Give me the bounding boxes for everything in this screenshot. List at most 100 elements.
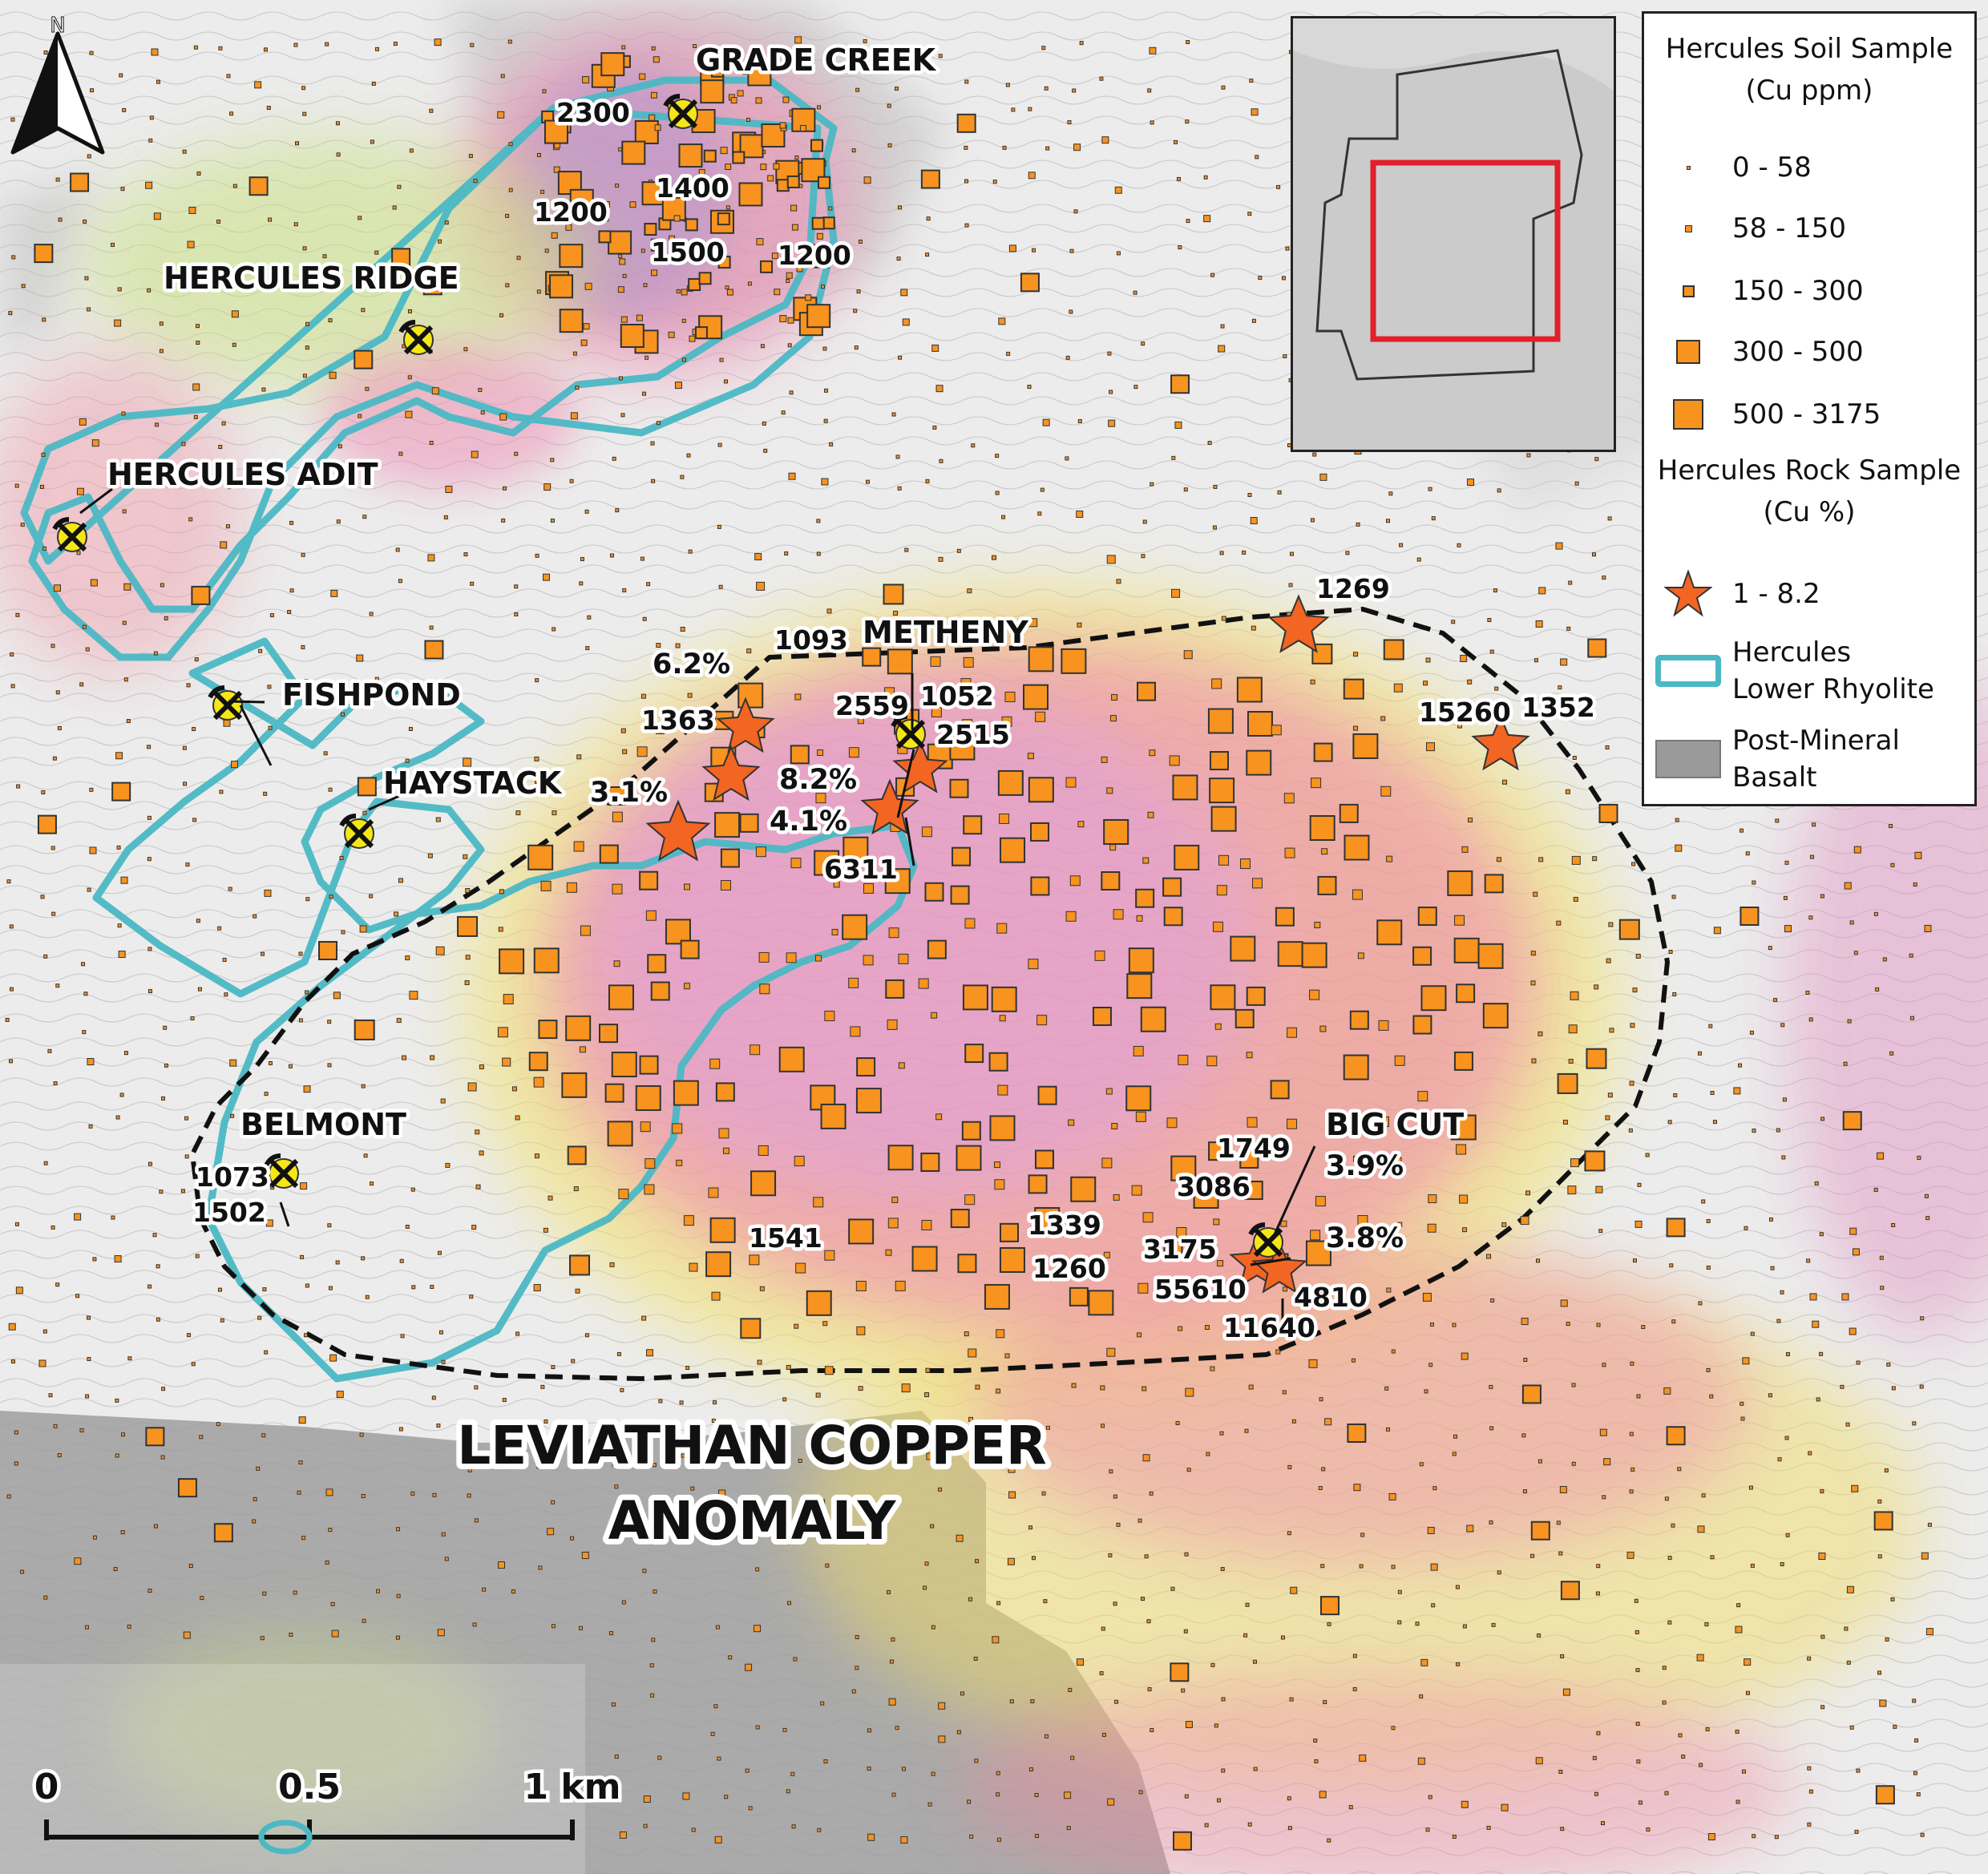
soil-sample-point — [1001, 515, 1006, 519]
soil-sample-point — [1562, 1119, 1568, 1125]
soil-sample-point — [1671, 895, 1676, 899]
soil-sample-point — [1111, 1122, 1118, 1129]
soil-label: 1093 — [774, 624, 848, 656]
soil-sample-point — [1065, 911, 1077, 922]
soil-sample-point — [501, 518, 506, 523]
soil-sample-point — [499, 889, 504, 895]
soil-sample-point — [1631, 862, 1636, 866]
soil-sample-point — [303, 1085, 311, 1093]
soil-sample-point — [794, 1156, 805, 1167]
soil-sample-point — [42, 317, 46, 322]
soil-sample-point — [1706, 1265, 1711, 1270]
soil-sample-point — [536, 152, 541, 157]
soil-sample-point — [1629, 1432, 1634, 1436]
soil-sample-point — [1005, 83, 1010, 87]
soil-sample-point — [620, 728, 626, 733]
soil-sample-point — [608, 230, 632, 255]
soil-sample-point — [1064, 1791, 1072, 1799]
soil-sample-point — [851, 1689, 856, 1694]
soil-sample-point — [411, 1285, 416, 1290]
soil-sample-point — [514, 584, 519, 589]
soil-sample-point — [197, 987, 202, 992]
soil-sample-point — [534, 1153, 539, 1159]
soil-sample-point — [824, 1250, 835, 1261]
soil-sample-point — [703, 149, 717, 163]
soil-sample-point — [1181, 1688, 1186, 1693]
mine-pick-hammer-icon — [891, 714, 926, 749]
soil-sample-point — [1846, 1660, 1851, 1665]
soil-sample-point — [1740, 907, 1760, 927]
soil-sample-point — [689, 335, 696, 342]
soil-sample-point — [1586, 1048, 1607, 1069]
soil-sample-point — [635, 1084, 661, 1111]
soil-sample-point — [1183, 1629, 1188, 1634]
soil-label: 1269 — [1316, 573, 1390, 604]
soil-sample-point — [302, 246, 307, 251]
legend-soil-class-5: 500 - 3175 — [1644, 390, 1974, 438]
mine-pick-hammer-icon — [208, 685, 243, 721]
soil-sample-point — [789, 390, 794, 395]
soil-sample-point — [47, 1048, 52, 1053]
soil-sample-point — [1220, 324, 1225, 329]
soil-sample-point — [1203, 215, 1211, 223]
soil-sample-point — [10, 684, 15, 689]
soil-sample-point — [1430, 1563, 1438, 1571]
soil-sample-point — [533, 947, 560, 974]
soil-sample-point — [1806, 1258, 1811, 1263]
soil-sample-point — [1618, 919, 1640, 940]
rock-label: 8.2% — [779, 764, 857, 796]
soil-sample-point — [935, 385, 943, 393]
soil-sample-point — [1184, 1552, 1189, 1557]
soil-sample-point — [164, 1063, 168, 1068]
soil-sample-point — [1114, 1699, 1119, 1704]
soil-sample-point — [745, 1663, 753, 1671]
soil-sample-point — [1812, 822, 1816, 827]
soil-sample-point — [580, 925, 591, 936]
soil-sample-point — [429, 440, 434, 445]
soil-sample-point — [393, 42, 398, 46]
soil-sample-point — [1560, 658, 1568, 666]
soil-sample-point — [371, 81, 376, 86]
soil-sample-point — [1069, 248, 1074, 253]
soil-sample-point — [598, 230, 612, 244]
soil-sample-point — [1250, 517, 1258, 525]
soil-sample-point — [265, 1219, 273, 1227]
soil-sample-point — [505, 283, 510, 288]
soil-sample-point — [1560, 1827, 1565, 1832]
soil-sample-point — [264, 889, 272, 897]
soil-sample-point — [325, 42, 329, 46]
soil-sample-point — [1207, 441, 1212, 446]
soil-sample-point — [263, 791, 268, 796]
soil-sample-point — [634, 119, 659, 144]
soil-sample-point — [1065, 355, 1070, 360]
soil-sample-point — [1697, 1525, 1705, 1533]
soil-sample-point — [1242, 550, 1247, 555]
soil-sample-point — [1431, 516, 1436, 521]
soil-sample-point — [1634, 1220, 1643, 1228]
soil-sample-point — [1255, 155, 1259, 160]
soil-sample-point — [815, 1392, 821, 1398]
soil-sample-point — [1378, 1020, 1389, 1031]
soil-sample-point — [676, 289, 681, 293]
soil-sample-point — [895, 454, 900, 459]
soil-sample-point — [6, 879, 11, 884]
soil-label: 15260 — [1419, 697, 1511, 728]
soil-sample-point — [1109, 1469, 1113, 1474]
soil-sample-point — [293, 222, 298, 227]
soil-sample-point — [405, 955, 410, 961]
soil-sample-point — [1457, 543, 1461, 547]
soil-sample-point — [300, 1254, 305, 1259]
soil-sample-point — [997, 769, 1024, 796]
mine-label-hercules-ridge: HERCULES RIDGE — [164, 261, 459, 296]
soil-sample-point — [231, 310, 239, 318]
soil-sample-point — [1521, 1384, 1542, 1404]
soil-sample-point — [305, 897, 310, 902]
soil-sample-point — [930, 1524, 935, 1529]
soil-sample-point — [328, 787, 333, 792]
soil-label: 1400 — [656, 172, 729, 204]
soil-sample-point — [582, 76, 590, 84]
soil-sample-point — [862, 647, 882, 667]
soil-sample-point — [725, 285, 729, 290]
soil-sample-point — [164, 616, 168, 620]
soil-sample-point — [1909, 953, 1913, 958]
